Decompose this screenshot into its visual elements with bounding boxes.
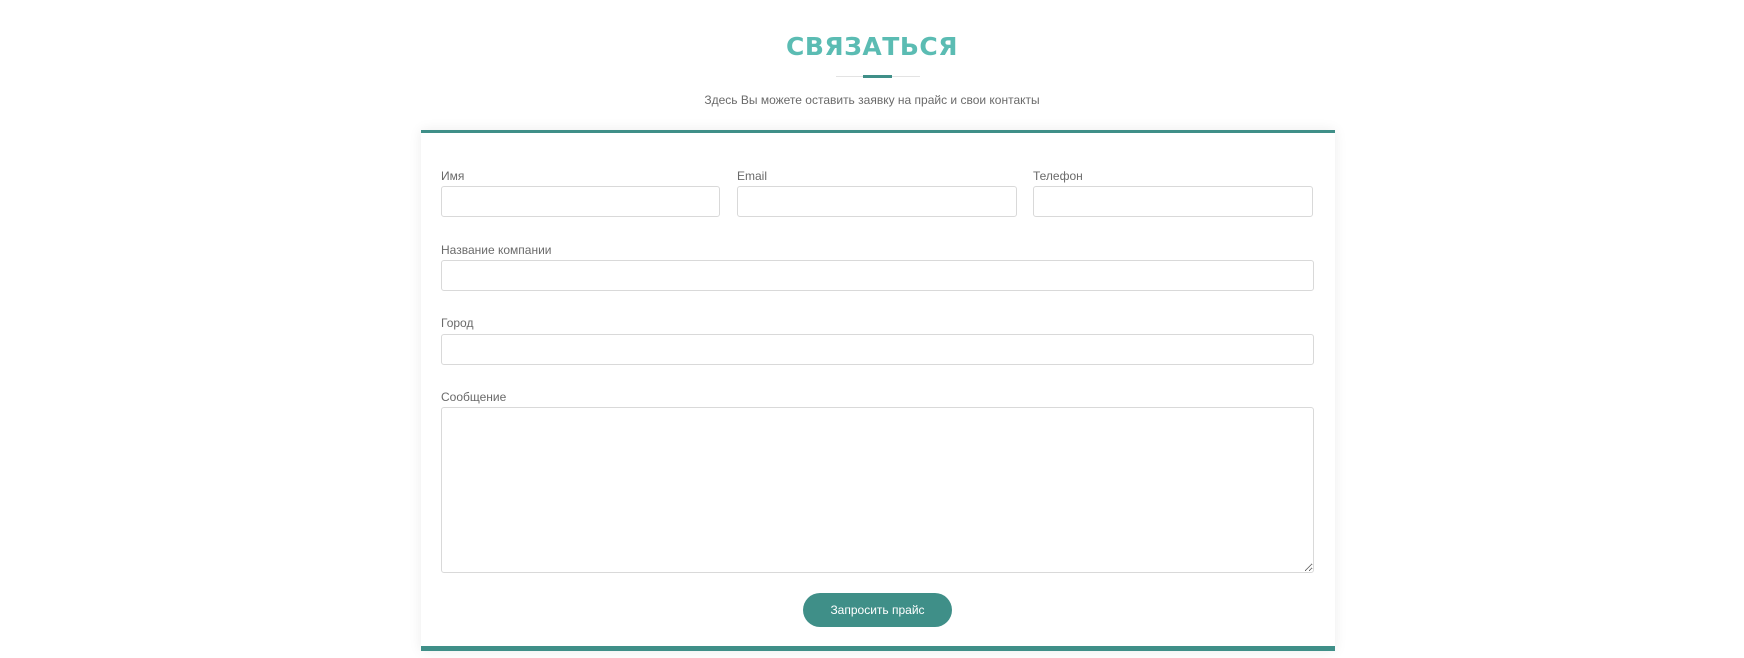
city-label: Город xyxy=(441,316,474,330)
message-label: Сообщение xyxy=(441,390,507,404)
request-price-button[interactable]: Запросить прайс xyxy=(803,593,952,627)
city-input[interactable] xyxy=(441,334,1314,365)
section-title: СВЯЗАТЬСЯ xyxy=(786,32,958,61)
company-input[interactable] xyxy=(441,260,1314,291)
email-label: Email xyxy=(737,169,768,183)
name-label: Имя xyxy=(441,169,465,183)
company-label: Название компании xyxy=(441,243,552,257)
message-textarea[interactable] xyxy=(441,407,1314,573)
phone-input[interactable] xyxy=(1033,186,1313,217)
title-divider-accent xyxy=(863,75,892,78)
email-input[interactable] xyxy=(737,186,1017,217)
name-input[interactable] xyxy=(441,186,720,217)
contact-form: Имя Email Телефон Название компании Горо… xyxy=(421,130,1335,651)
phone-label: Телефон xyxy=(1033,169,1083,183)
section-subtitle: Здесь Вы можете оставить заявку на прайс… xyxy=(704,93,1040,107)
